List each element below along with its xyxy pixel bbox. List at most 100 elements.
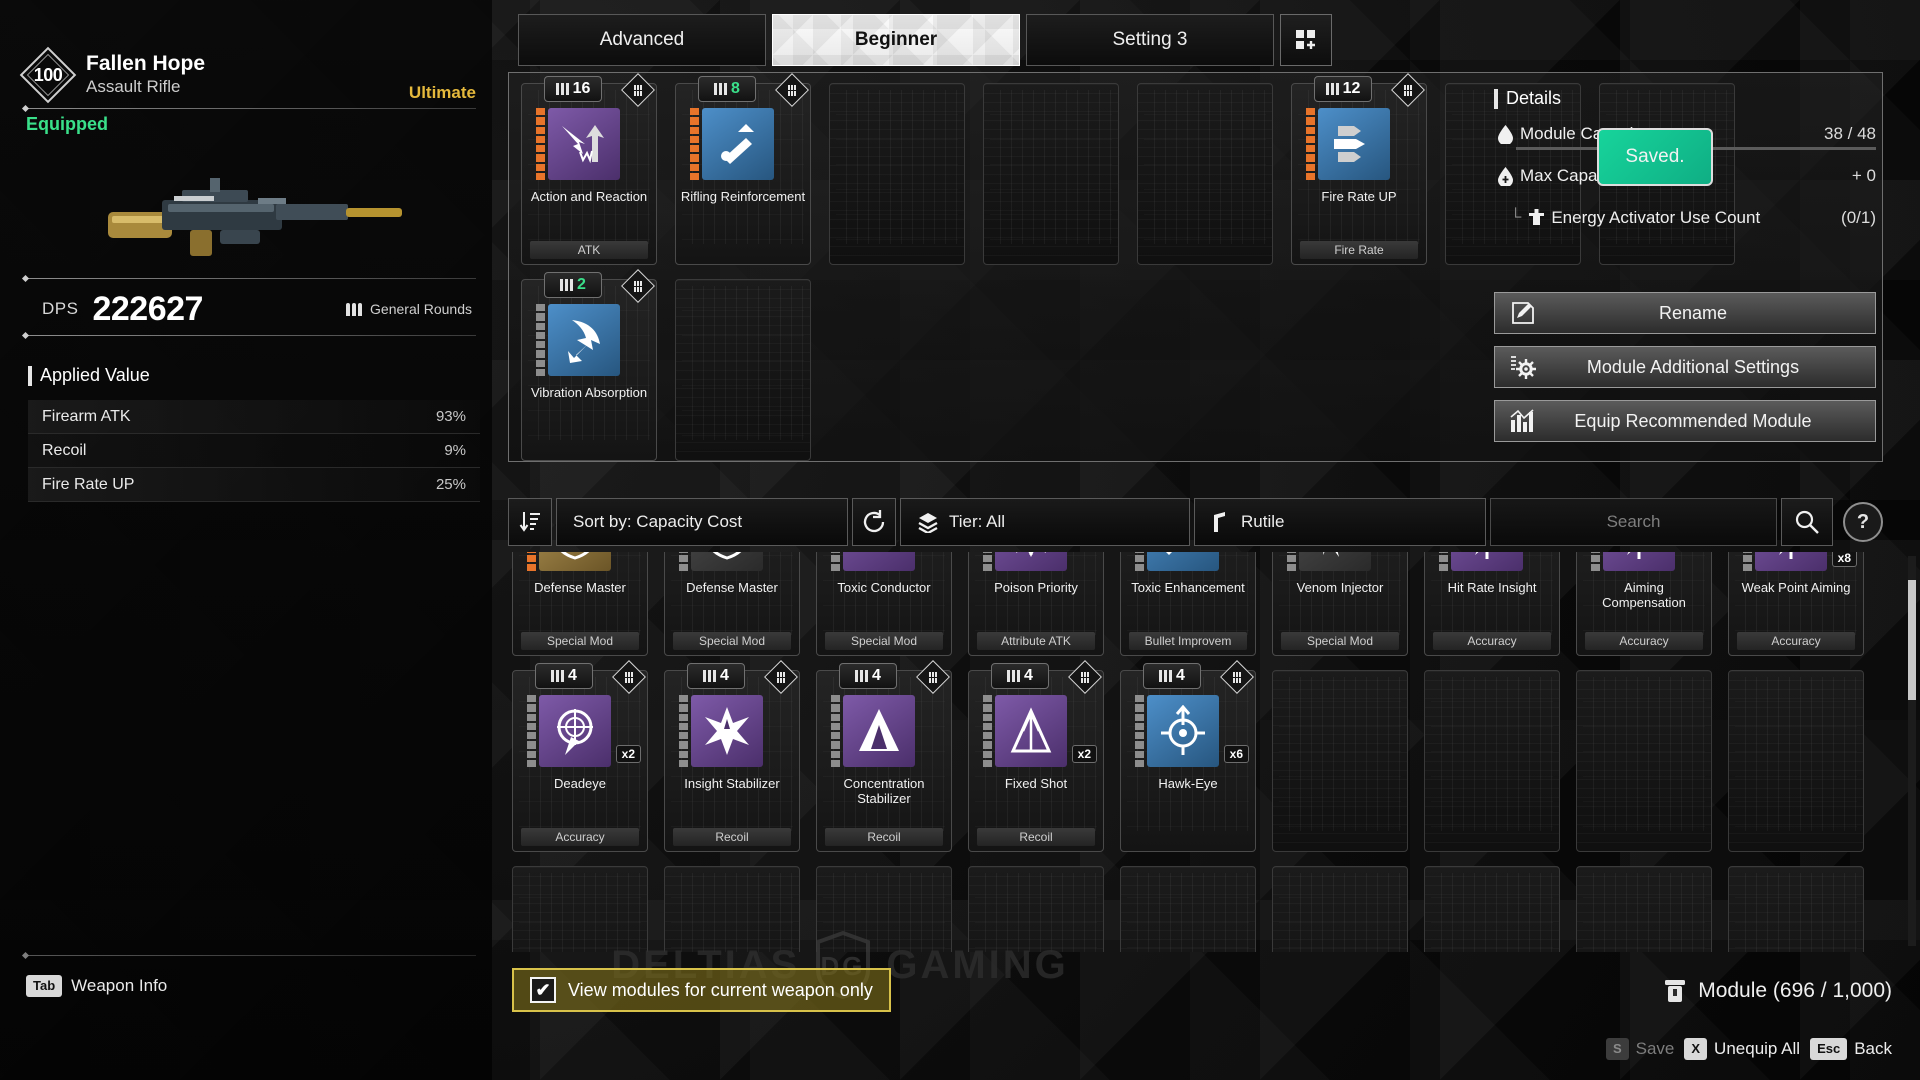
equip-recommended-module-label: Equip Recommended Module <box>1574 410 1812 431</box>
tab-beginner[interactable]: Beginner <box>772 14 1020 66</box>
inventory-module-empty-slot[interactable] <box>512 866 648 952</box>
inventory-module-slot[interactable]: 4 Insight Stabilizer Recoil <box>664 660 800 852</box>
rutile-filter-dropdown[interactable]: Rutile <box>1194 498 1486 546</box>
equipped-module-slot[interactable]: 16 Action and Reaction ATK <box>521 73 657 265</box>
key-hint-unequip-all[interactable]: X Unequip All <box>1684 1038 1800 1060</box>
inventory-module-slot[interactable]: 4 x6 Hawk-Eye <box>1120 660 1256 852</box>
shield-crest-icon <box>539 552 611 571</box>
rename-label: Rename <box>1658 302 1728 323</box>
equipped-module-slot[interactable]: 12 Fire Rate UP Fire Rate <box>1291 73 1427 265</box>
target-up-icon <box>1147 695 1219 767</box>
module-category: Special Mod <box>521 632 639 650</box>
reset-icon <box>863 510 885 533</box>
capacity-bars-icon <box>560 279 574 291</box>
capacity-cost-tag: 12 <box>1314 76 1372 102</box>
crosshair-icon <box>1755 552 1827 571</box>
capacity-cost-value: 4 <box>720 667 729 684</box>
tier-filter-dropdown[interactable]: Tier: All <box>900 498 1190 546</box>
energy-bars-icon <box>1306 108 1315 180</box>
weapon-level-badge: 100 <box>19 46 77 104</box>
energy-bars-icon <box>527 695 536 767</box>
add-preset-button[interactable] <box>1280 14 1332 66</box>
inventory-module-empty-slot[interactable] <box>1728 866 1864 952</box>
current-weapon-only-checkbox[interactable]: ✔ View modules for current weapon only <box>512 968 891 1012</box>
inventory-module-slot[interactable]: Toxic Enhancement Bullet Improvem <box>1120 552 1256 656</box>
socket-type-icon <box>621 73 655 107</box>
weapon-info-hint[interactable]: Tab Weapon Info <box>26 975 167 997</box>
inventory-module-slot[interactable]: Defense Master Special Mod <box>664 552 800 656</box>
capacity-cost-value: 2 <box>577 276 586 293</box>
search-button[interactable] <box>1781 498 1833 546</box>
energy-bars-icon <box>983 695 992 767</box>
sort-descending-icon <box>519 512 540 532</box>
divider-dps-bottom <box>26 335 476 336</box>
tab-advanced[interactable]: Advanced <box>518 14 766 66</box>
capacity-cost-tag: 4 <box>535 663 593 689</box>
inventory-module-empty-slot[interactable] <box>1272 670 1408 852</box>
inventory-module-slot[interactable]: x8 Weak Point Aiming Accuracy <box>1728 552 1864 656</box>
inventory-module-empty-slot[interactable] <box>1424 670 1560 852</box>
circuit-pattern <box>1583 873 1705 952</box>
inventory-module-empty-slot[interactable] <box>1120 866 1256 952</box>
equipped-module-empty-slot[interactable] <box>829 83 965 265</box>
energy-bars-icon <box>679 552 688 571</box>
module-name: Deadeye <box>553 776 607 791</box>
inventory-module-empty-slot[interactable] <box>1576 866 1712 952</box>
inventory-module-slot[interactable]: Hit Rate Insight Accuracy <box>1424 552 1560 656</box>
sort-direction-button[interactable] <box>508 498 552 546</box>
capsule-icon <box>1665 980 1686 1002</box>
help-button[interactable]: ? <box>1843 502 1883 542</box>
scrollbar-thumb[interactable] <box>1908 580 1916 700</box>
sort-by-dropdown[interactable]: Sort by: Capacity Cost <box>556 498 848 546</box>
inventory-module-slot[interactable]: Defense Master Special Mod <box>512 552 648 656</box>
inventory-module-slot[interactable]: 4 x2 Deadeye Accuracy <box>512 660 648 852</box>
chart-icon <box>1495 408 1551 434</box>
module-name: Fixed Shot <box>1004 776 1068 791</box>
inventory-module-slot[interactable]: Venom Injector Special Mod <box>1272 552 1408 656</box>
module-name: Action and Reaction <box>530 189 648 204</box>
inventory-module-empty-slot[interactable] <box>1424 866 1560 952</box>
inventory-module-empty-slot[interactable] <box>1272 866 1408 952</box>
module-inventory-grid: Defense Master Special Mod Defense Master S… <box>512 552 1867 952</box>
burst-star-icon <box>691 695 763 767</box>
equipped-module-empty-slot[interactable] <box>983 83 1119 265</box>
rutile-filter-label: Rutile <box>1241 512 1285 531</box>
circuit-pattern <box>1735 677 1857 831</box>
weapon-name: Fallen Hope <box>86 52 206 76</box>
weapon-info-panel: 100 Fallen Hope Assault Rifle Ultimate E… <box>0 0 492 1080</box>
module-additional-settings-button[interactable]: Module Additional Settings <box>1494 346 1876 388</box>
equipped-module-slot[interactable]: 2 Vibration Absorption <box>521 269 657 461</box>
equipped-module-empty-slot[interactable] <box>675 279 811 461</box>
capacity-cost-tag: 8 <box>698 76 756 102</box>
inventory-scrollbar[interactable] <box>1908 556 1916 946</box>
key-hint-back[interactable]: Esc Back <box>1810 1038 1892 1060</box>
reset-filter-button[interactable] <box>852 498 896 546</box>
inventory-module-slot[interactable]: Aiming Compensation Accuracy <box>1576 552 1712 656</box>
equipped-module-empty-slot[interactable] <box>1137 83 1273 265</box>
add-grid-icon <box>1296 30 1315 49</box>
equip-recommended-module-button[interactable]: Equip Recommended Module <box>1494 400 1876 442</box>
energy-bars-icon <box>1743 552 1752 571</box>
dps-label: DPS <box>42 299 79 318</box>
inventory-module-slot[interactable]: 4 Concentration Stabilizer Recoil <box>816 660 952 852</box>
capacity-cost-tag: 4 <box>991 663 1049 689</box>
inventory-module-slot[interactable]: 4 x2 Fixed Shot Recoil <box>968 660 1104 852</box>
tab-setting-3[interactable]: Setting 3 <box>1026 14 1274 66</box>
stat-label: Recoil <box>42 441 87 459</box>
search-input[interactable]: Search <box>1490 498 1777 546</box>
module-name: Concentration Stabilizer <box>843 776 925 806</box>
module-category: Accuracy <box>1737 632 1855 650</box>
equipped-module-slot[interactable]: 8 Rifling Reinforcement <box>675 73 811 265</box>
applied-value-title: Applied Value <box>28 365 150 386</box>
capacity-bars-icon <box>551 670 565 682</box>
inventory-module-slot[interactable]: Poison Priority Attribute ATK <box>968 552 1104 656</box>
key-hint-save[interactable]: S Save <box>1605 1038 1674 1060</box>
inventory-module-empty-slot[interactable] <box>1576 670 1712 852</box>
inventory-module-empty-slot[interactable] <box>1728 670 1864 852</box>
tier-filter-label: Tier: All <box>949 512 1006 531</box>
preset-tabs: Advanced Beginner Setting 3 <box>518 14 1332 66</box>
poison-burst-icon <box>995 552 1067 571</box>
rename-button[interactable]: Rename <box>1494 292 1876 334</box>
crosshair-icon <box>1451 552 1523 571</box>
inventory-module-slot[interactable]: Toxic Conductor Special Mod <box>816 552 952 656</box>
